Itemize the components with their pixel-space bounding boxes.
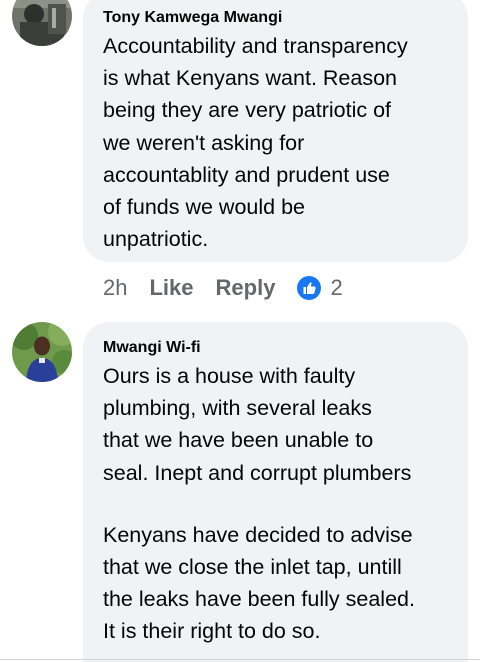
comment-author[interactable]: Tony Kamwega Mwangi (103, 0, 460, 28)
avatar[interactable] (12, 322, 72, 382)
comment-line: seal. Inept and corrupt plumbers (103, 460, 412, 485)
comment-line: unpatriotic. (103, 227, 209, 252)
reply-button[interactable]: Reply (216, 275, 276, 301)
comment-actions: 2h Like Reply 2 (103, 272, 343, 304)
comment-line: the leaks have been fully sealed. (103, 587, 415, 612)
comment-line: Accountability and transparency (103, 34, 408, 58)
reaction-count: 2 (330, 275, 343, 300)
comment-line: that we close the inlet tap, untill (103, 555, 402, 580)
comment-line: is what Kenyans want. Reason (103, 66, 397, 91)
comment-bubble: Mwangi Wi-fi Ours is a house with faulty… (83, 322, 468, 662)
thumbs-up-icon (297, 276, 322, 300)
comment-line: that we have been unable to (103, 428, 374, 453)
avatar-photo (12, 0, 72, 46)
comment-text: Accountability and transparency is what … (103, 30, 460, 255)
comment-bubble: Tony Kamwega Mwangi Accountability and t… (83, 0, 468, 262)
like-button[interactable]: Like (149, 275, 193, 301)
divider (0, 659, 480, 660)
avatar[interactable] (12, 0, 72, 46)
comment-line: plumbing, with several leaks (103, 396, 372, 421)
reaction-summary[interactable]: 2 (297, 275, 343, 301)
comment-line: being they are very patriotic of (103, 98, 392, 123)
comment-line: accountablity and prudent use (103, 162, 390, 187)
comment-line: Kenyans have decided to advise (103, 522, 413, 547)
comment-text: Ours is a house with faulty plumbing, wi… (103, 360, 460, 648)
comment-line: we weren't asking for (103, 130, 305, 155)
avatar-photo (12, 322, 72, 382)
comment-author[interactable]: Mwangi Wi-fi (103, 322, 460, 358)
comment-timestamp[interactable]: 2h (103, 275, 127, 301)
comment-line: It is their right to do so. (103, 619, 321, 644)
comment-line: of funds we would be (103, 195, 305, 220)
comment-line: Ours is a house with faulty (103, 364, 356, 388)
